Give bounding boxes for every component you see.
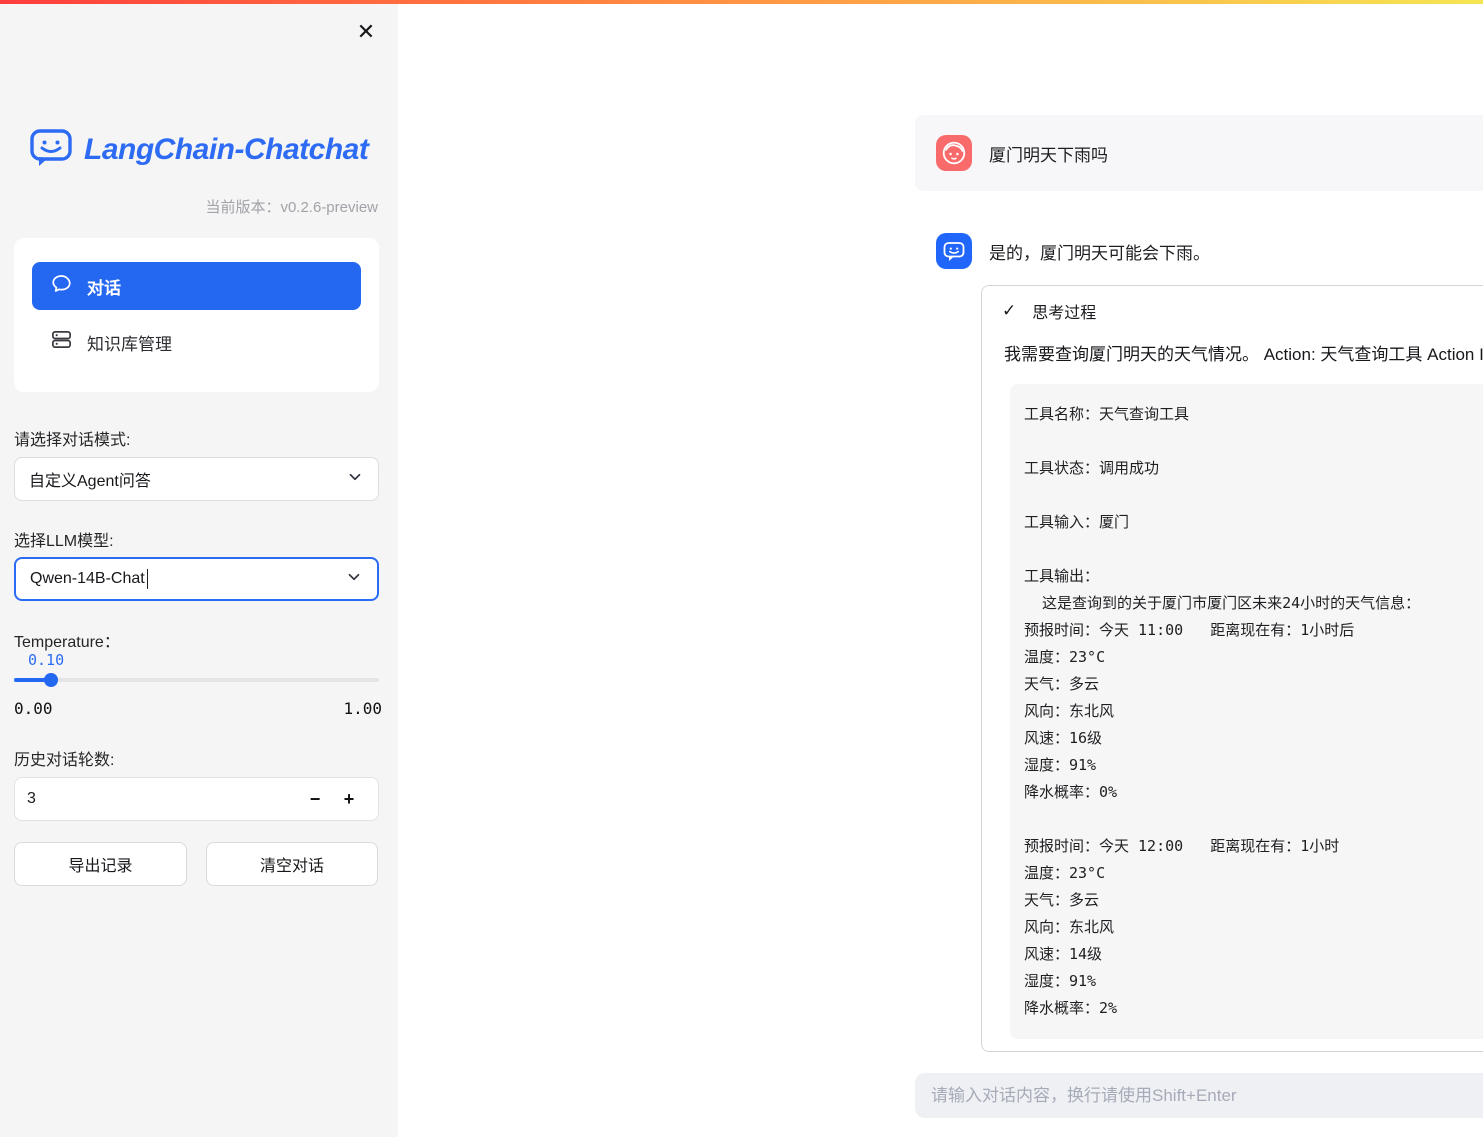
dialog-mode-select[interactable]: 自定义Agent问答	[14, 457, 379, 501]
tool-output-line: 风向：东北风	[1024, 914, 1483, 941]
brand: LangChain-Chatchat	[28, 124, 368, 175]
nav-item-knowledge-base[interactable]: 知识库管理	[32, 318, 361, 366]
tool-output-line	[1024, 806, 1483, 833]
history-rounds-value: 3	[27, 790, 36, 808]
user-message-text: 厦门明天下雨吗	[989, 141, 1108, 166]
slider-min-label: 0.00	[14, 699, 53, 718]
status-decoration-bar	[0, 0, 1483, 4]
main-area: 厦门明天下雨吗 是的，厦门明天可能会下雨。 ✓ 思考过程 我需要查询厦门明天的天…	[398, 0, 1483, 1137]
tool-output-line: 工具输入：厦门	[1024, 509, 1483, 536]
chevron-down-icon	[345, 568, 363, 591]
increment-button[interactable]: +	[332, 782, 366, 816]
tool-output-line	[1024, 428, 1483, 455]
version-text: 当前版本：v0.2.6-preview	[205, 196, 378, 217]
expander-header[interactable]: ✓ 思考过程	[982, 286, 1483, 336]
database-stack-icon	[50, 328, 73, 356]
assistant-message-row: 是的，厦门明天可能会下雨。	[915, 233, 1483, 269]
tool-output-line: 风向：东北风	[1024, 698, 1483, 725]
temperature-value: 0.10	[28, 651, 64, 669]
close-sidebar-button[interactable]: ✕	[352, 18, 380, 46]
clear-dialogue-button[interactable]: 清空对话	[206, 842, 378, 886]
expander-title: 思考过程	[1032, 299, 1096, 323]
app-title: LangChain-Chatchat	[84, 133, 368, 167]
tool-output-line: 天气：多云	[1024, 671, 1483, 698]
tool-output-line: 天气：多云	[1024, 887, 1483, 914]
llm-model-label: 选择LLM模型:	[14, 527, 114, 551]
tool-output-line: 工具输出：	[1024, 563, 1483, 590]
tool-output-line: 降水概率：2%	[1024, 995, 1483, 1022]
dialog-mode-value: 自定义Agent问答	[29, 467, 151, 491]
tool-output-line: 风速：14级	[1024, 941, 1483, 968]
tool-output-line: 风速：16级	[1024, 725, 1483, 752]
text-cursor	[147, 569, 149, 589]
history-rounds-label: 历史对话轮数:	[14, 746, 114, 770]
slider-thumb[interactable]	[44, 673, 58, 687]
chat-bubble-icon	[50, 272, 73, 300]
thought-process-expander: ✓ 思考过程 我需要查询厦门明天的天气情况。 Action: 天气查询工具 Ac…	[981, 285, 1483, 1052]
nav-item-label: 对话	[87, 274, 121, 299]
agent-thought-text: 我需要查询厦门明天的天气情况。 Action: 天气查询工具 Action In…	[982, 336, 1483, 365]
decrement-button[interactable]: −	[298, 782, 332, 816]
tool-output-line: 湿度：91%	[1024, 968, 1483, 995]
history-rounds-input[interactable]: 3 − +	[14, 777, 379, 821]
tool-output-line: 湿度：91%	[1024, 752, 1483, 779]
assistant-avatar	[936, 233, 972, 269]
tool-output-line: 这是查询到的关于厦门市厦门区未来24小时的天气信息：	[1024, 590, 1483, 617]
dialog-mode-label: 请选择对话模式:	[14, 426, 130, 450]
llm-model-select[interactable]: Qwen-14B-Chat	[14, 557, 379, 601]
tool-output: 工具名称：天气查询工具 工具状态：调用成功 工具输入：厦门 工具输出： 这是查询…	[1010, 384, 1483, 1039]
chat-input-bar: ➤	[915, 1073, 1483, 1118]
slider-max-label: 1.00	[343, 699, 382, 718]
sidebar: ✕ LangChain-Chatchat 当前版本：v0.2.6-preview…	[0, 0, 398, 1137]
tool-output-line	[1024, 536, 1483, 563]
user-avatar	[936, 135, 972, 171]
tool-output-line: 工具名称：天气查询工具	[1024, 401, 1483, 428]
tool-output-line: 预报时间：今天 12:00 距离现在有：1小时	[1024, 833, 1483, 860]
tool-output-line	[1024, 482, 1483, 509]
nav-item-label: 知识库管理	[87, 330, 172, 355]
temperature-slider[interactable]	[14, 678, 379, 682]
assistant-message-text: 是的，厦门明天可能会下雨。	[989, 239, 1210, 264]
tool-output-line: 降水概率：0%	[1024, 779, 1483, 806]
tool-output-line: 预报时间：今天 11:00 距离现在有：1小时后	[1024, 617, 1483, 644]
export-history-button[interactable]: 导出记录	[14, 842, 187, 886]
check-icon: ✓	[1002, 301, 1016, 321]
chevron-down-icon	[346, 468, 364, 491]
user-message-row: 厦门明天下雨吗	[915, 115, 1483, 191]
tool-output-line: 工具状态：调用成功	[1024, 455, 1483, 482]
nav-item-dialogue[interactable]: 对话	[32, 262, 361, 310]
tool-output-line: 温度：23°C	[1024, 644, 1483, 671]
nav-menu: 对话 知识库管理	[14, 238, 379, 392]
llm-model-value: Qwen-14B-Chat	[30, 570, 145, 588]
chatchat-logo-icon	[28, 124, 74, 175]
tool-output-line: 温度：23°C	[1024, 860, 1483, 887]
chat-input[interactable]	[931, 1086, 1483, 1106]
temperature-label: Temperature：	[14, 628, 120, 652]
